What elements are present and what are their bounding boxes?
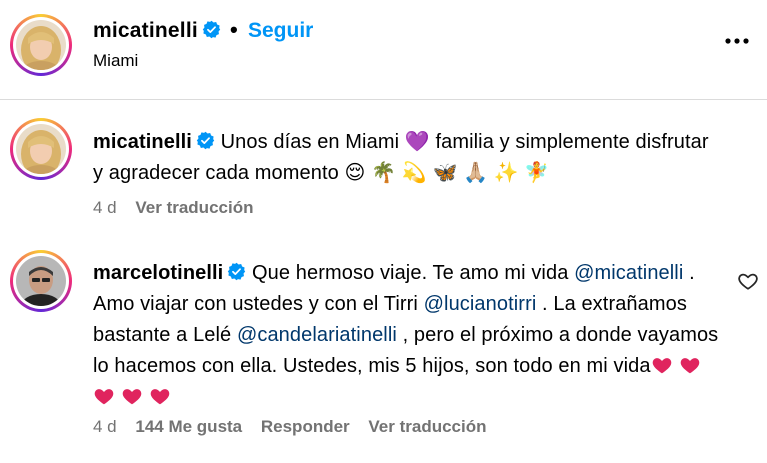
reply-likes-count[interactable]: 144 Me gusta bbox=[135, 417, 242, 436]
mention-lucianotirri[interactable]: @lucianotirri bbox=[424, 293, 537, 315]
mention-micatinelli[interactable]: @micatinelli bbox=[574, 262, 683, 284]
caption-translate-button[interactable]: Ver traducción bbox=[135, 198, 253, 217]
verified-badge-icon bbox=[202, 20, 221, 39]
heart-outline-icon[interactable] bbox=[737, 270, 759, 292]
red-heart-emoji bbox=[122, 389, 142, 405]
reply-avatar[interactable] bbox=[10, 250, 72, 312]
reply-text: marcelotinelli Que hermoso viaje. Te amo… bbox=[93, 258, 723, 413]
caption-meta: 4 d Ver traducción bbox=[93, 198, 253, 218]
verified-badge-icon bbox=[196, 131, 215, 150]
red-heart-emoji bbox=[94, 389, 114, 405]
reply-meta: 4 d 144 Me gusta Responder Ver traducció… bbox=[93, 417, 487, 437]
author-avatar[interactable] bbox=[10, 14, 72, 76]
red-heart-emoji bbox=[150, 389, 170, 405]
location-link[interactable]: Miami bbox=[93, 51, 138, 71]
verified-badge-icon bbox=[228, 262, 246, 281]
reply-time: 4 d bbox=[93, 417, 117, 436]
reply-button[interactable]: Responder bbox=[261, 417, 350, 436]
more-options-icon[interactable] bbox=[722, 26, 752, 56]
caption-text: micatinelli Unos días en Miami 💜 familia… bbox=[93, 127, 713, 189]
author-username-text[interactable]: micatinelli bbox=[93, 19, 198, 42]
separator-dot: • bbox=[230, 17, 238, 42]
post-header: micatinelli • Seguir Miami bbox=[0, 0, 767, 100]
red-heart-emoji bbox=[680, 358, 699, 374]
caption-avatar[interactable] bbox=[10, 118, 72, 180]
caption-time: 4 d bbox=[93, 198, 117, 217]
caption-username[interactable]: micatinelli bbox=[93, 131, 192, 153]
reply-username[interactable]: marcelotinelli bbox=[93, 262, 223, 284]
mention-candelariatinelli[interactable]: @candelariatinelli bbox=[237, 324, 397, 346]
follow-button[interactable]: Seguir bbox=[248, 19, 313, 43]
red-heart-emoji bbox=[652, 358, 671, 374]
reply-body-part-1: Que hermoso viaje. Te amo mi vida bbox=[252, 262, 569, 284]
author-username[interactable]: micatinelli bbox=[93, 19, 221, 43]
reply-translate-button[interactable]: Ver traducción bbox=[368, 417, 486, 436]
